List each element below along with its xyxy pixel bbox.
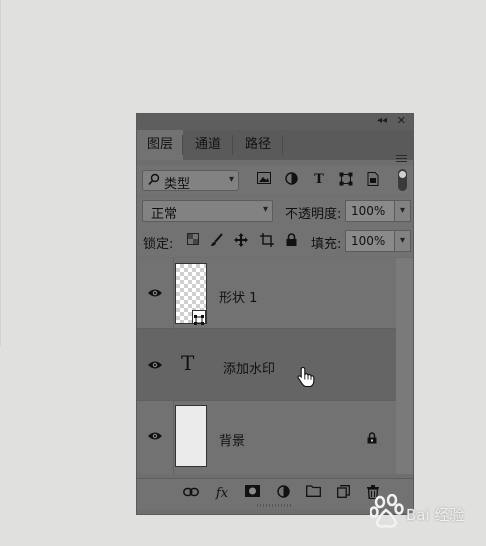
- hand-cursor-icon: [297, 366, 315, 388]
- smart-object-filter-icon[interactable]: [365, 172, 381, 188]
- fill-dropdown-icon[interactable]: ▾: [394, 230, 411, 252]
- eye-icon[interactable]: [147, 360, 163, 370]
- layer-name: 形状 1: [219, 291, 258, 306]
- collapse-panel-icon[interactable]: ◂◂: [377, 115, 387, 126]
- filter-row: 类型 ▾ T: [137, 166, 413, 196]
- visibility-cell[interactable]: [137, 258, 174, 328]
- close-panel-icon[interactable]: ✕: [397, 114, 406, 127]
- layer-row-text[interactable]: T 添加水印: [137, 329, 396, 401]
- fill-input[interactable]: 100%: [345, 230, 395, 252]
- tab-label: 通道: [194, 137, 221, 152]
- layer-thumbnail: [175, 405, 207, 467]
- watermark-text: Bai 经验: [406, 506, 465, 524]
- image-filter-icon[interactable]: [256, 172, 272, 188]
- opacity-input[interactable]: 100%: [345, 200, 395, 222]
- lock-image-pixels-icon[interactable]: [209, 233, 225, 249]
- lock-artboard-icon[interactable]: [259, 233, 275, 249]
- filter-kind-select[interactable]: 类型 ▾: [142, 170, 239, 192]
- vector-shape-icon: [192, 310, 206, 325]
- layer-row-shape[interactable]: 形状 1: [137, 258, 396, 329]
- lock-row: 锁定: 填充: 100% ▾: [137, 227, 413, 257]
- tab-paths[interactable]: 路径: [233, 130, 283, 160]
- layers-panel: ◂◂ ✕ 图层 通道 路径 类型 ▾ T 正常 ▾ 不透明度: 100% ▾ 锁…: [136, 113, 414, 515]
- chevron-down-icon: ▾: [228, 174, 234, 185]
- fx-icon[interactable]: fx: [213, 485, 231, 503]
- filter-kind-value: 类型: [164, 177, 191, 192]
- type-filter-icon[interactable]: T: [311, 172, 327, 188]
- panel-titlebar: ◂◂ ✕: [137, 114, 413, 130]
- search-icon: [148, 173, 160, 189]
- new-group-icon[interactable]: [304, 485, 322, 503]
- adjustment-layer-icon[interactable]: [274, 485, 292, 503]
- layer-name: 添加水印: [223, 362, 276, 377]
- layer-lock-icon: [367, 432, 377, 444]
- tab-layers[interactable]: 图层: [137, 130, 183, 160]
- visibility-cell[interactable]: [137, 329, 174, 400]
- panel-tabs: 图层 通道 路径: [137, 130, 413, 163]
- layer-row-background[interactable]: 背景: [137, 401, 396, 474]
- layer-name: 背景: [219, 434, 246, 449]
- opacity-label: 不透明度:: [285, 207, 342, 222]
- layers-scrollbar[interactable]: [396, 258, 413, 474]
- tab-channels[interactable]: 通道: [183, 130, 233, 160]
- eye-icon[interactable]: [147, 288, 163, 298]
- chevron-down-icon: ▾: [262, 204, 268, 215]
- opacity-dropdown-icon[interactable]: ▾: [394, 200, 411, 222]
- fill-label: 填充:: [311, 237, 342, 252]
- layer-mask-icon[interactable]: [243, 485, 261, 503]
- new-layer-icon[interactable]: [334, 485, 352, 503]
- visibility-cell[interactable]: [137, 401, 174, 474]
- lock-label: 锁定:: [143, 237, 174, 252]
- baidu-jingyan-watermark: Bai 经验: [366, 492, 482, 532]
- panel-menu-icon[interactable]: [396, 155, 407, 163]
- blend-mode-select[interactable]: 正常 ▾: [142, 200, 273, 222]
- lock-all-icon[interactable]: [283, 233, 299, 249]
- link-layers-icon[interactable]: [182, 485, 200, 503]
- tab-label: 路径: [244, 137, 271, 152]
- page-edge-line: [0, 0, 1, 346]
- baidu-paw-logo-icon: [370, 494, 404, 528]
- shape-filter-icon[interactable]: [338, 172, 354, 188]
- lock-transparent-pixels-icon[interactable]: [185, 233, 201, 249]
- filter-toggle[interactable]: [398, 169, 407, 191]
- layers-list: 形状 1 T 添加水印 背景: [137, 258, 396, 474]
- blend-mode-value: 正常: [151, 207, 178, 222]
- text-layer-icon: T: [181, 351, 195, 375]
- tab-label: 图层: [146, 137, 173, 152]
- blend-row: 正常 ▾ 不透明度: 100% ▾: [137, 197, 413, 227]
- lock-position-icon[interactable]: [233, 233, 249, 249]
- panel-resize-grip[interactable]: [257, 504, 291, 507]
- adjustment-filter-icon[interactable]: [283, 172, 299, 188]
- eye-icon[interactable]: [147, 431, 163, 441]
